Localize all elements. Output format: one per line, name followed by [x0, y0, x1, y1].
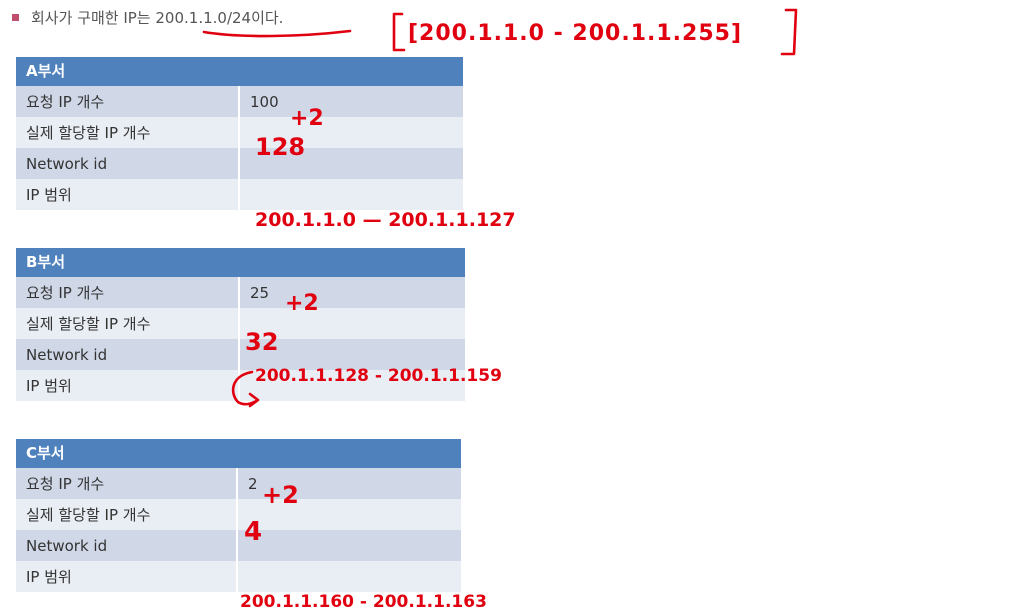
department-c-header: C부서: [16, 439, 461, 468]
row-label: 요청 IP 개수: [16, 468, 238, 499]
department-a-header: A부서: [16, 57, 463, 86]
row-label: Network id: [16, 530, 238, 561]
intro-line: 회사가 구매한 IP는 200.1.1.0/24이다.: [12, 2, 283, 32]
table-row: IP 범위: [16, 179, 463, 210]
table-row: 요청 IP 개수 2: [16, 468, 461, 499]
row-value: 2: [238, 468, 461, 499]
table-row: IP 범위: [16, 561, 461, 592]
department-b-header: B부서: [16, 248, 465, 277]
row-label: Network id: [16, 339, 240, 370]
table-row: 실제 할당할 IP 개수: [16, 308, 465, 339]
department-b-table: B부서 요청 IP 개수 25 실제 할당할 IP 개수 Network id …: [16, 248, 465, 401]
table-row: 요청 IP 개수 25: [16, 277, 465, 308]
row-value: [238, 499, 461, 530]
table-row: 요청 IP 개수 100: [16, 86, 463, 117]
row-value: [240, 339, 465, 370]
table-row: 실제 할당할 IP 개수: [16, 499, 461, 530]
row-value: [240, 148, 463, 179]
row-value: [240, 370, 465, 401]
note-a-range: 200.1.1.0 — 200.1.1.127: [255, 209, 516, 231]
row-value: 100: [240, 86, 463, 117]
department-c-table: C부서 요청 IP 개수 2 실제 할당할 IP 개수 Network id I…: [16, 439, 461, 592]
handwritten-range-text: [200.1.1.0 - 200.1.1.255]: [408, 21, 742, 46]
table-row: Network id: [16, 530, 461, 561]
row-value: [240, 308, 465, 339]
row-value: [240, 117, 463, 148]
bullet-icon: [12, 14, 19, 21]
table-row: 실제 할당할 IP 개수: [16, 117, 463, 148]
table-row: IP 범위: [16, 370, 465, 401]
handwritten-range-note: [200.1.1.0 - 200.1.1.255]: [392, 8, 798, 56]
row-value: [240, 179, 463, 210]
row-label: 실제 할당할 IP 개수: [16, 499, 238, 530]
department-a-table: A부서 요청 IP 개수 100 실제 할당할 IP 개수 Network id…: [16, 57, 463, 210]
row-label: 요청 IP 개수: [16, 86, 240, 117]
intro-text: 회사가 구매한 IP는 200.1.1.0/24이다.: [31, 8, 284, 27]
row-label: IP 범위: [16, 561, 238, 592]
table-row: Network id: [16, 148, 463, 179]
note-c-range: 200.1.1.160 - 200.1.1.163: [240, 592, 487, 612]
row-label: 실제 할당할 IP 개수: [16, 117, 240, 148]
row-value: [238, 530, 461, 561]
row-label: IP 범위: [16, 179, 240, 210]
row-label: 요청 IP 개수: [16, 277, 240, 308]
row-label: Network id: [16, 148, 240, 179]
row-value: 25: [240, 277, 465, 308]
row-label: 실제 할당할 IP 개수: [16, 308, 240, 339]
row-value: [238, 561, 461, 592]
row-label: IP 범위: [16, 370, 240, 401]
table-row: Network id: [16, 339, 465, 370]
